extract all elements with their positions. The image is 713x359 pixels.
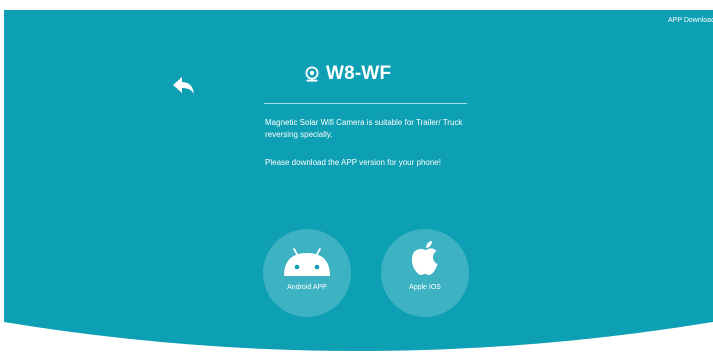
product-description: Magnetic Solar Wifi Camera is suitable f… [265,118,463,139]
apple-ios-label: Apple IOS [409,284,441,291]
page-title: W8-WF [326,63,392,84]
app-download-link[interactable]: APP Download [668,16,713,26]
page-header: W8-WF [304,60,391,88]
back-button[interactable] [172,76,196,96]
android-icon [263,247,351,277]
apple-ios-button[interactable]: Apple IOS [381,229,469,317]
download-instruction: Please download the APP version for your… [265,158,441,167]
webcam-icon [304,66,320,82]
title-divider [264,103,467,104]
back-arrow-icon [173,77,194,94]
app-download-page: APP Download W8-WF Magnetic Solar Wifi C… [0,0,713,359]
android-app-label: Android APP [287,284,327,291]
bottom-curve-decoration [4,322,713,359]
apple-icon [381,240,469,276]
android-app-button[interactable]: Android APP [263,229,351,317]
